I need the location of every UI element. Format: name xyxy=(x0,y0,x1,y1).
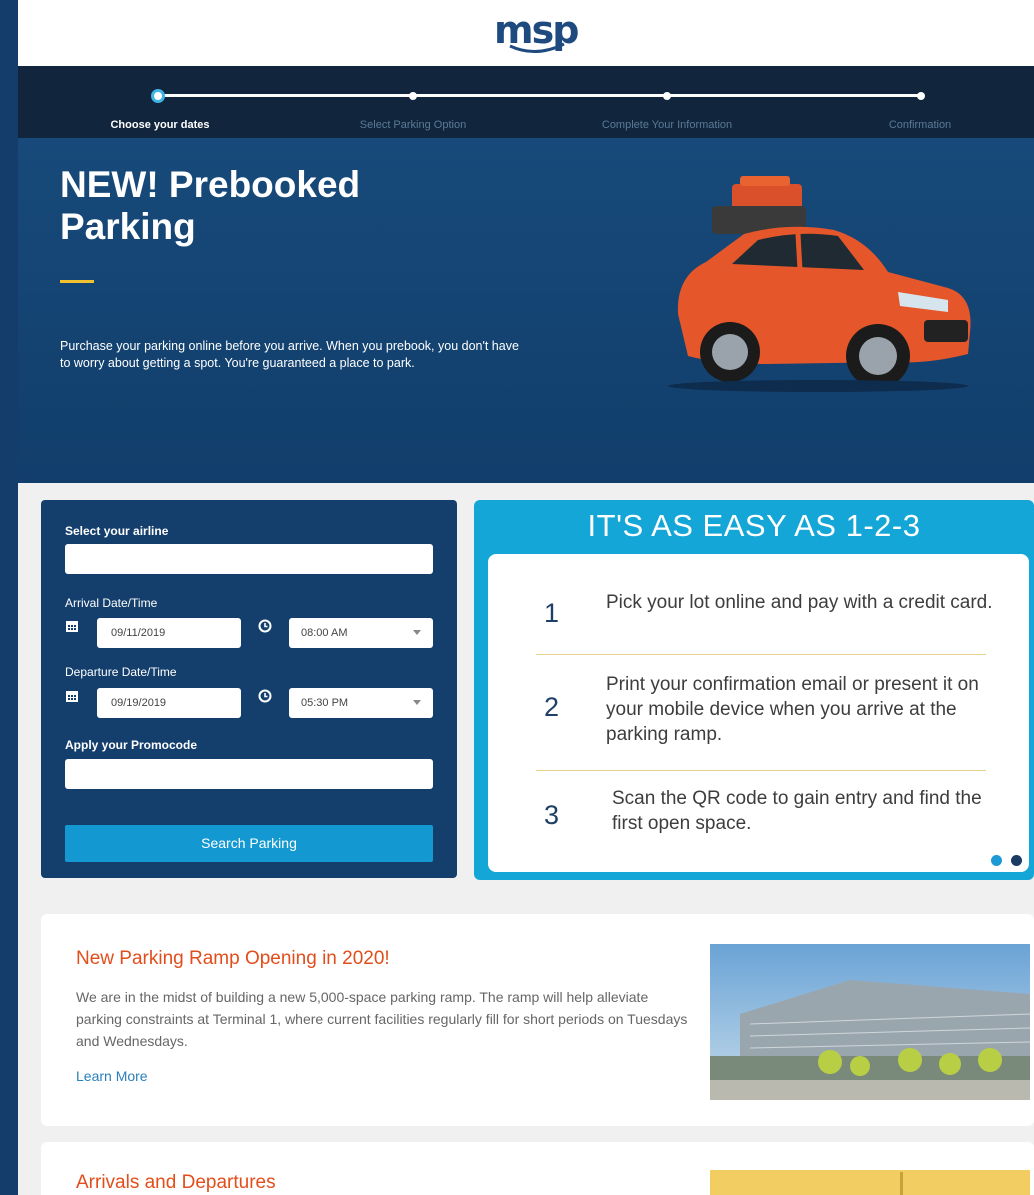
left-rail xyxy=(0,0,18,1195)
easy-steps-carousel: IT'S AS EASY AS 1-2-3 1 Pick your lot on… xyxy=(474,500,1034,880)
news-title: Arrivals and Departures xyxy=(76,1172,276,1193)
arrivals-photo xyxy=(710,1170,1030,1195)
airline-label: Select your airline xyxy=(65,524,169,538)
car-with-luggage-illustration xyxy=(668,176,971,392)
calendar-icon[interactable] xyxy=(65,689,79,703)
step-dot-3 xyxy=(663,91,671,100)
step-number: 2 xyxy=(544,692,560,722)
arrival-time-select[interactable]: 08:00 AM xyxy=(289,618,433,648)
hero-description: Purchase your parking online before you … xyxy=(60,339,519,370)
stepper-track xyxy=(158,94,920,97)
clock-icon[interactable] xyxy=(258,689,272,703)
learn-more-link[interactable]: Learn More xyxy=(76,1068,148,1084)
easy-steps-card: 1 Pick your lot online and pay with a cr… xyxy=(488,554,1029,872)
hero-accent-rule xyxy=(60,280,94,283)
arrival-time-value: 08:00 AM xyxy=(301,627,348,639)
departure-date-input[interactable]: 09/19/2019 xyxy=(97,688,241,718)
arrival-label: Arrival Date/Time xyxy=(65,596,158,610)
step-label-confirmation[interactable]: Confirmation xyxy=(889,119,951,131)
step-dot-2 xyxy=(409,91,417,100)
departure-label: Departure Date/Time xyxy=(65,665,177,679)
step-dot-4 xyxy=(917,91,925,100)
step-divider xyxy=(536,654,986,655)
clock-icon[interactable] xyxy=(258,619,272,633)
site-header: msp xyxy=(18,0,1034,66)
airline-input[interactable] xyxy=(65,544,433,574)
search-parking-button[interactable]: Search Parking xyxy=(65,825,433,862)
hero-title: NEW! Prebooked Parking xyxy=(60,164,361,247)
promo-label: Apply your Promocode xyxy=(65,738,198,752)
departure-time-select[interactable]: 05:30 PM xyxy=(289,688,433,718)
hero-banner: NEW! Prebooked Parking Purchase your par… xyxy=(18,138,1034,483)
carousel-dot-1[interactable] xyxy=(991,855,1002,866)
parking-ramp-photo xyxy=(710,944,1030,1100)
step-label-select-parking[interactable]: Select Parking Option xyxy=(360,119,466,131)
news-title: New Parking Ramp Opening in 2020! xyxy=(76,948,390,969)
step-number: 3 xyxy=(544,800,560,830)
booking-stepper: Choose your dates Select Parking Option … xyxy=(18,66,1034,138)
step-text: Pick your lot online and pay with a cred… xyxy=(606,592,993,613)
step-text: Print your confirmation email or present… xyxy=(606,674,979,745)
step-dot-1 xyxy=(151,88,165,103)
logo-swoosh-icon xyxy=(509,42,565,53)
departure-time-value: 05:30 PM xyxy=(301,697,349,709)
chevron-down-icon xyxy=(413,700,421,705)
step-label-choose-dates[interactable]: Choose your dates xyxy=(110,119,209,131)
easy-steps-title: IT'S AS EASY AS 1-2-3 xyxy=(587,508,921,543)
calendar-icon[interactable] xyxy=(65,619,79,633)
step-text: Scan the QR code to gain entry and find … xyxy=(612,788,982,834)
booking-form: Select your airline Arrival Date/Time 09… xyxy=(41,500,457,878)
arrival-date-input[interactable]: 09/11/2019 xyxy=(97,618,241,648)
news-card-arrivals-departures: Arrivals and Departures xyxy=(41,1142,1034,1195)
news-description: We are in the midst of building a new 5,… xyxy=(76,989,688,1049)
chevron-down-icon xyxy=(413,630,421,635)
promocode-input[interactable] xyxy=(65,759,433,789)
carousel-dot-2[interactable] xyxy=(1011,855,1022,866)
news-card-parking-ramp: New Parking Ramp Opening in 2020! We are… xyxy=(41,914,1034,1126)
step-label-complete-info[interactable]: Complete Your Information xyxy=(602,119,732,131)
step-number: 1 xyxy=(544,598,560,628)
msp-logo[interactable]: msp xyxy=(494,10,584,56)
step-divider xyxy=(536,770,986,771)
